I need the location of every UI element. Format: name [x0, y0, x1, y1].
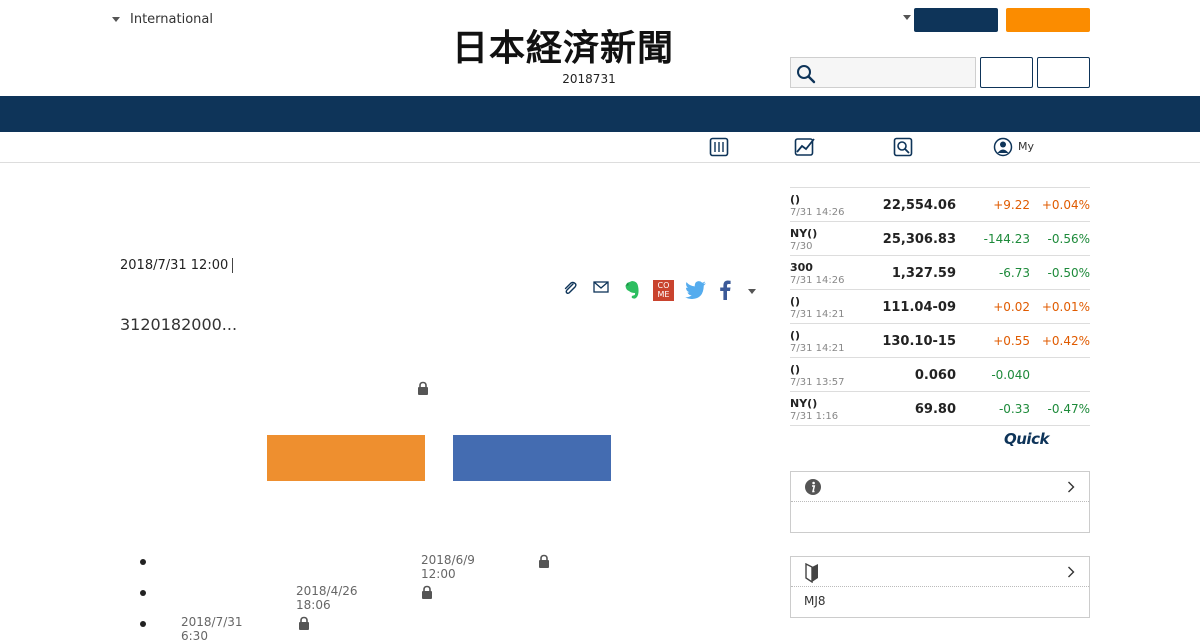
header-navy-button[interactable] [914, 8, 998, 32]
market-percent: -0.56% [1047, 232, 1090, 246]
chevron-right-icon [1068, 566, 1075, 578]
lock-icon [539, 554, 549, 568]
region-label: International [130, 12, 213, 27]
market-name: () [790, 363, 801, 376]
market-value: 22,554.06 [882, 198, 956, 213]
market-time: 7/30 [790, 241, 813, 252]
mypage-label[interactable]: My [1018, 140, 1034, 153]
market-row[interactable]: NY() 7/31 1:16 69.80 -0.33 -0.47% [790, 392, 1090, 426]
caret-down-icon[interactable] [903, 15, 911, 20]
market-name: NY() [790, 397, 818, 410]
market-value: 69.80 [914, 402, 956, 417]
list-bullet [140, 590, 146, 596]
beginner-panel-header[interactable] [791, 557, 1089, 587]
lock-icon [299, 616, 309, 630]
market-percent: +0.01% [1041, 300, 1090, 314]
market-row[interactable]: () 7/31 14:21 130.10-15 +0.55 +0.42% [790, 324, 1090, 358]
evernote-icon[interactable] [623, 280, 641, 300]
beginner-mark-icon [805, 563, 818, 583]
region-selector[interactable]: International [112, 12, 213, 27]
header-outline-button-1[interactable] [980, 57, 1033, 88]
market-percent: +0.42% [1041, 334, 1090, 348]
market-time: 7/31 13:57 [790, 377, 845, 388]
lock-icon [422, 585, 432, 599]
market-name: () [790, 295, 801, 308]
sub-navigation: My [0, 132, 1200, 163]
info-panel [790, 471, 1090, 533]
article-date: 2018/7/31 12:00 [120, 258, 229, 273]
beginner-panel-body[interactable]: MJ8 [791, 587, 1089, 617]
market-change: -0.040 [991, 368, 1030, 382]
newspaper-icon[interactable] [709, 137, 729, 157]
clip-icon[interactable] [562, 280, 578, 296]
market-row[interactable]: 300 7/31 14:26 1,327.59 -6.73 -0.50% [790, 256, 1090, 290]
search-icon [797, 65, 816, 84]
market-time: 7/31 1:16 [790, 411, 839, 422]
search-input[interactable] [790, 57, 976, 88]
market-time: 7/31 14:21 [790, 309, 845, 320]
beginner-panel-text: MJ8 [804, 594, 826, 608]
share-bar: CO ME [560, 279, 760, 303]
login-button[interactable] [453, 435, 611, 481]
related-article-date: 2018/7/31 6:30 [181, 615, 243, 643]
chevron-down-icon[interactable] [748, 289, 756, 294]
date-divider [232, 258, 233, 273]
market-change: -6.73 [998, 266, 1030, 280]
market-data-table: () 7/31 14:26 22,554.06 +9.22 +0.04% NY(… [790, 187, 1090, 426]
header-outline-button-2[interactable] [1037, 57, 1090, 88]
market-time: 7/31 14:26 [790, 275, 845, 286]
market-change: -144.23 [983, 232, 1030, 246]
nikkei-logo[interactable]: 日本経済新聞 [452, 28, 674, 68]
market-percent: -0.47% [1047, 402, 1090, 416]
market-value: 0.060 [914, 368, 956, 383]
market-name: () [790, 193, 801, 206]
twitter-icon[interactable] [685, 281, 707, 299]
caret-down-icon [112, 17, 120, 22]
market-time: 7/31 14:26 [790, 207, 845, 218]
chevron-right-icon [1068, 481, 1075, 493]
article-excerpt: 3120182000... [120, 315, 238, 334]
search-icon[interactable] [893, 137, 913, 157]
related-article-date: 2018/6/9 12:00 [421, 553, 475, 581]
market-change: +9.22 [993, 198, 1030, 212]
market-row[interactable]: () 7/31 14:26 22,554.06 +9.22 +0.04% [790, 188, 1090, 222]
info-panel-header[interactable] [791, 472, 1089, 502]
main-navigation-bar[interactable] [0, 96, 1200, 132]
mail-icon[interactable] [593, 280, 609, 294]
info-panel-body [791, 502, 1089, 532]
info-icon [805, 479, 821, 495]
market-time: 7/31 14:21 [790, 343, 845, 354]
market-row[interactable]: () 7/31 14:21 111.04-09 +0.02 +0.01% [790, 290, 1090, 324]
market-name: NY() [790, 227, 818, 240]
person-icon[interactable] [993, 137, 1013, 157]
market-percent: +0.04% [1041, 198, 1090, 212]
lock-icon [418, 381, 428, 395]
list-bullet [140, 621, 146, 627]
list-bullet [140, 559, 146, 565]
market-name: 300 [790, 261, 813, 274]
quick-logo[interactable]: Quick [1004, 430, 1049, 448]
market-change: +0.55 [993, 334, 1030, 348]
edition-date: 2018731 [562, 72, 616, 86]
related-article-date: 2018/4/26 18:06 [296, 584, 358, 612]
come-icon[interactable]: CO ME [653, 280, 674, 301]
market-value: 25,306.83 [882, 232, 956, 247]
market-value: 1,327.59 [891, 266, 956, 281]
market-change: -0.33 [998, 402, 1030, 416]
facebook-icon[interactable] [719, 280, 731, 300]
market-name: () [790, 329, 801, 342]
market-row[interactable]: () 7/31 13:57 0.060 -0.040 [790, 358, 1090, 392]
header-orange-button[interactable] [1006, 8, 1090, 32]
market-value: 130.10-15 [882, 334, 956, 349]
chart-icon[interactable] [794, 137, 816, 157]
market-row[interactable]: NY() 7/30 25,306.83 -144.23 -0.56% [790, 222, 1090, 256]
beginner-panel: MJ8 [790, 556, 1090, 618]
market-change: +0.02 [993, 300, 1030, 314]
market-value: 111.04-09 [882, 300, 956, 315]
subscribe-button[interactable] [267, 435, 425, 481]
market-percent: -0.50% [1047, 266, 1090, 280]
